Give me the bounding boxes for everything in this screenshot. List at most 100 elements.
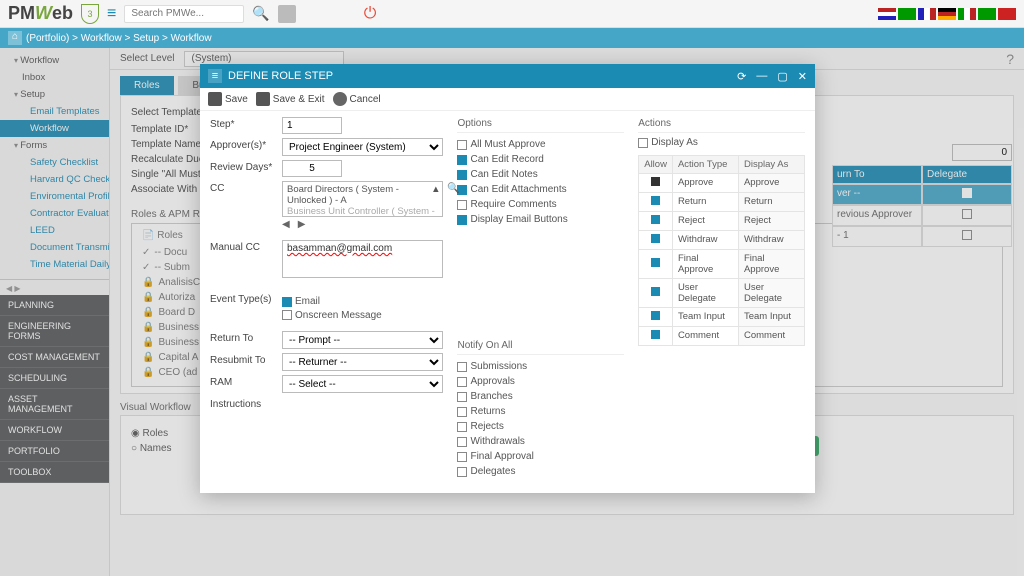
resubmit-to-select[interactable]: -- Returner -- <box>282 353 443 371</box>
sidebar-section[interactable]: PORTFOLIO <box>0 441 109 462</box>
flag-ae[interactable] <box>978 8 996 20</box>
manual-cc-textarea[interactable]: basamman@gmail.com <box>282 240 443 278</box>
option-checkbox[interactable]: Can Edit Notes <box>457 167 624 182</box>
step-input[interactable] <box>282 117 342 134</box>
allow-checkbox[interactable] <box>639 249 673 278</box>
option-checkbox[interactable]: Display Email Buttons <box>457 212 624 227</box>
cancel-button[interactable]: Cancel <box>333 92 381 106</box>
breadcrumb-item[interactable]: Workflow <box>81 33 122 44</box>
allow-checkbox[interactable] <box>639 326 673 345</box>
cc-search-icon[interactable]: 🔍 <box>447 183 459 194</box>
notify-checkbox[interactable]: Rejects <box>457 419 624 434</box>
display-as-cell[interactable]: Return <box>738 192 804 211</box>
nav-item[interactable]: Harvard QC Checklist <box>0 171 109 188</box>
nav-item[interactable]: Setup <box>0 86 109 103</box>
refresh-icon[interactable]: ⟳ <box>737 70 746 83</box>
option-checkbox[interactable]: All Must Approve <box>457 137 624 152</box>
allow-checkbox[interactable] <box>639 211 673 230</box>
flag-fr[interactable] <box>918 8 936 20</box>
notify-checkbox[interactable]: Returns <box>457 404 624 419</box>
option-checkbox[interactable]: Can Edit Record <box>457 152 624 167</box>
language-flags <box>878 8 1016 20</box>
tab-roles[interactable]: Roles <box>120 76 174 95</box>
option-checkbox[interactable]: Require Comments <box>457 197 624 212</box>
sidebar-section[interactable]: ENGINEERING FORMS <box>0 316 109 347</box>
allow-checkbox[interactable] <box>639 192 673 211</box>
display-as-checkbox[interactable]: Display As <box>638 137 698 148</box>
display-as-cell[interactable]: Approve <box>738 173 804 192</box>
nav-item[interactable]: Email Templates <box>0 103 109 120</box>
notify-checkbox[interactable]: Delegates <box>457 464 624 479</box>
cc-listbox[interactable]: Board Directors ( System - Unlocked ) - … <box>282 181 443 217</box>
display-as-cell[interactable]: User Delegate <box>738 278 804 307</box>
notifications-shield[interactable]: 3 <box>81 4 99 24</box>
sidebar-section[interactable]: TOOLBOX <box>0 462 109 483</box>
sidebar-section[interactable]: SCHEDULING <box>0 368 109 389</box>
minimize-icon[interactable]: — <box>756 70 767 83</box>
display-as-cell[interactable]: Reject <box>738 211 804 230</box>
modal-title-text: DEFINE ROLE STEP <box>228 70 333 82</box>
notify-checkbox[interactable]: Approvals <box>457 374 624 389</box>
cc-next-icon[interactable]: ▶ <box>298 219 306 230</box>
breadcrumb-item[interactable]: Workflow <box>171 33 212 44</box>
allow-checkbox[interactable] <box>639 278 673 307</box>
approver-select[interactable]: Project Engineer (System) <box>282 138 443 156</box>
display-as-cell[interactable]: Comment <box>738 326 804 345</box>
notify-checkbox[interactable]: Submissions <box>457 359 624 374</box>
sidebar-section[interactable]: WORKFLOW <box>0 420 109 441</box>
nav-item[interactable]: Workflow <box>0 52 109 69</box>
nav-item[interactable]: Time Material Daily Lo <box>0 256 109 273</box>
help-icon[interactable]: ? <box>1006 51 1014 67</box>
nav-item[interactable]: Safety Checklist <box>0 154 109 171</box>
nav-item[interactable]: Forms <box>0 137 109 154</box>
power-icon[interactable]: ⏻ <box>364 5 377 23</box>
notify-checkbox[interactable]: Final Approval <box>457 449 624 464</box>
delegate-checkbox[interactable] <box>922 205 1012 226</box>
flag-br[interactable] <box>898 8 916 20</box>
option-checkbox[interactable]: Can Edit Attachments <box>457 182 624 197</box>
nav-item[interactable]: Workflow <box>0 120 109 137</box>
maximize-icon[interactable]: ▢ <box>777 70 787 83</box>
nav-item[interactable]: Document Transmittal <box>0 239 109 256</box>
sidebar-section[interactable]: PLANNING <box>0 295 109 316</box>
review-days-input[interactable] <box>282 160 342 177</box>
modal-actions-column: Actions Display As AllowAction TypeDispl… <box>638 115 805 479</box>
allow-checkbox[interactable] <box>639 307 673 326</box>
sidebar-section[interactable]: ASSET MANAGEMENT <box>0 389 109 420</box>
ram-select[interactable]: -- Select -- <box>282 375 443 393</box>
search-icon[interactable]: 🔍 <box>252 5 269 22</box>
home-icon[interactable]: ⌂ <box>8 31 22 45</box>
close-icon[interactable]: ✕ <box>798 70 807 83</box>
breadcrumb-item[interactable]: (Portfolio) <box>26 33 69 44</box>
nav-item[interactable]: Contractor Evaluation <box>0 205 109 222</box>
delegate-checkbox[interactable] <box>922 226 1012 247</box>
notify-checkbox[interactable]: Withdrawals <box>457 434 624 449</box>
flag-us[interactable] <box>878 8 896 20</box>
delegate-checkbox[interactable] <box>922 184 1012 205</box>
nav-item[interactable]: Inbox <box>0 69 109 86</box>
return-to-select[interactable]: -- Prompt -- <box>282 331 443 349</box>
nav-item[interactable]: Enviromental Profile <box>0 188 109 205</box>
search-input[interactable] <box>124 5 244 23</box>
notify-checkbox[interactable]: Branches <box>457 389 624 404</box>
cc-prev-icon[interactable]: ◀ <box>282 219 290 230</box>
save-exit-button[interactable]: Save & Exit <box>256 92 325 106</box>
flag-de[interactable] <box>938 8 956 20</box>
right-count-input[interactable] <box>952 144 1012 161</box>
calendar-icon[interactable] <box>278 5 296 23</box>
flag-cn[interactable] <box>998 8 1016 20</box>
email-checkbox[interactable]: Email <box>282 296 320 307</box>
allow-checkbox[interactable] <box>639 230 673 249</box>
display-as-cell[interactable]: Withdraw <box>738 230 804 249</box>
display-as-cell[interactable]: Final Approve <box>738 249 804 278</box>
nav-item[interactable]: LEED <box>0 222 109 239</box>
allow-checkbox[interactable] <box>639 173 673 192</box>
sidebar-section[interactable]: COST MANAGEMENT <box>0 347 109 368</box>
display-as-cell[interactable]: Team Input <box>738 307 804 326</box>
save-button[interactable]: Save <box>208 92 248 106</box>
breadcrumb-item[interactable]: Setup <box>133 33 159 44</box>
select-level-label: Select Level <box>120 53 174 64</box>
menu-icon[interactable]: ≡ <box>107 5 116 23</box>
onscreen-checkbox[interactable]: Onscreen Message <box>282 310 382 321</box>
flag-it[interactable] <box>958 8 976 20</box>
